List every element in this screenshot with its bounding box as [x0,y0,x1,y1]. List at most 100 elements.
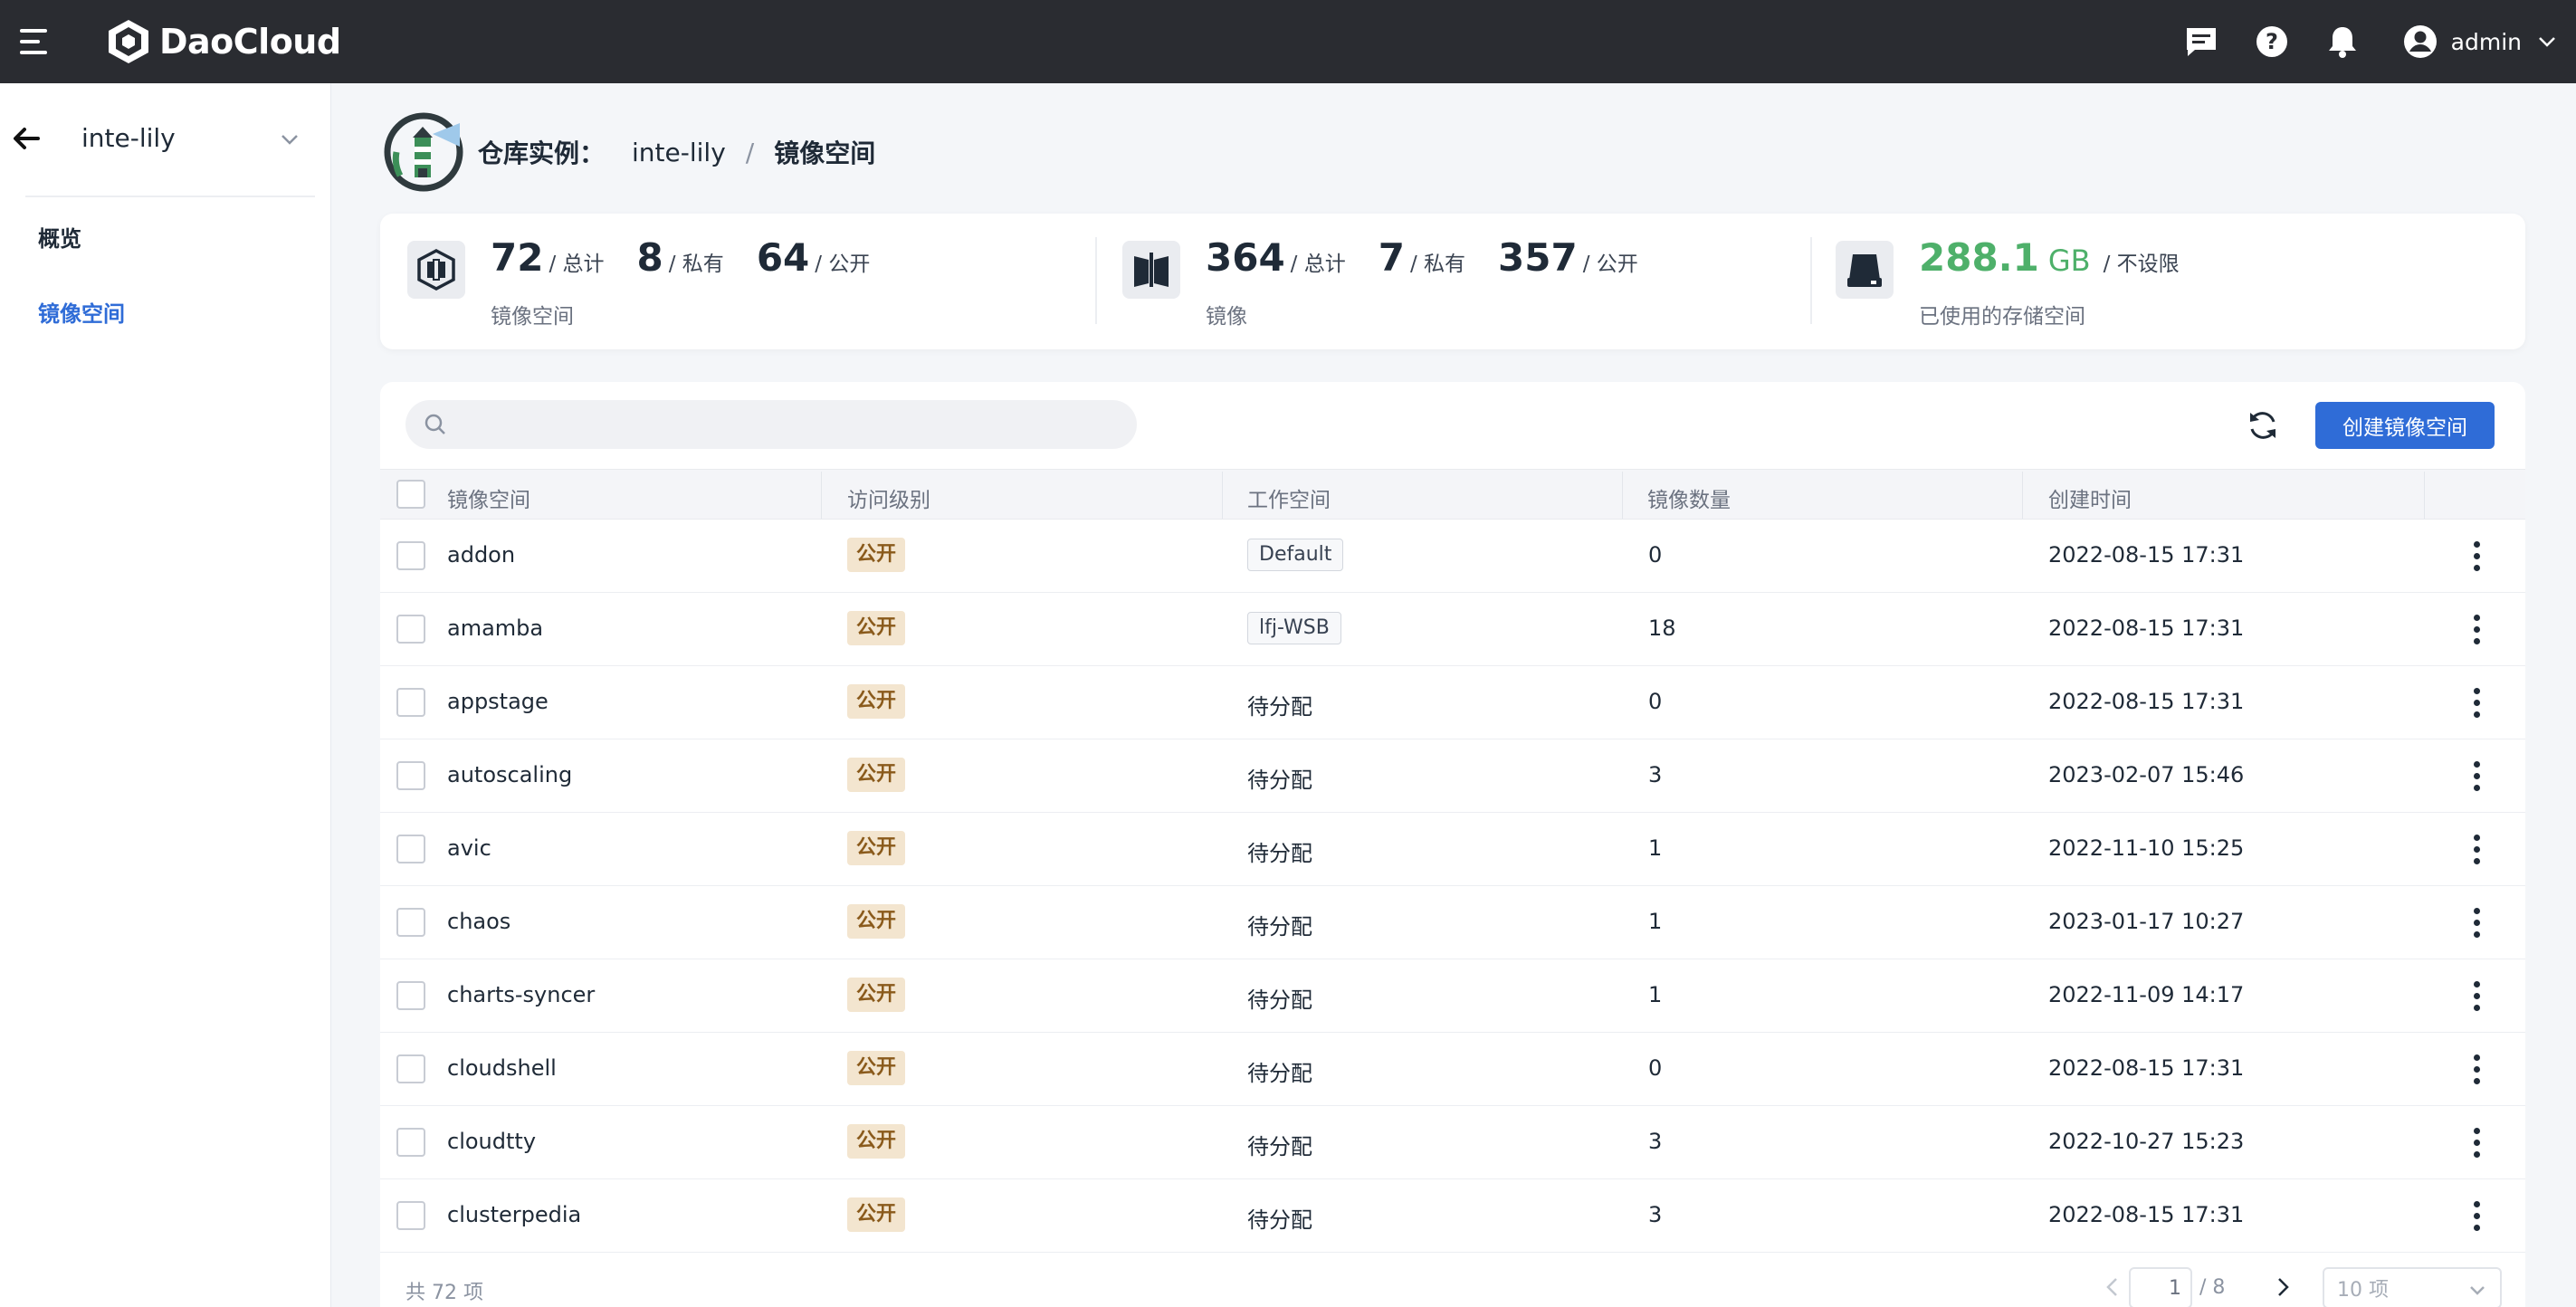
created-time-cell: 2022-11-10 15:25 [2048,835,2245,861]
table-row[interactable]: amamba 公开 lfj-WSB 18 2022-08-15 17:31 [380,593,2525,666]
image-space-name[interactable]: clusterpedia [447,1202,581,1227]
table-toolbar: 创建镜像空间 [380,382,2525,469]
more-actions-icon[interactable] [2463,831,2490,867]
image-space-name[interactable]: autoscaling [447,762,572,787]
more-actions-icon[interactable] [2463,611,2490,647]
row-checkbox[interactable] [396,908,425,937]
image-count-cell: 0 [1648,1055,1663,1081]
daocloud-logo[interactable]: DaoCloud [105,18,341,65]
row-checkbox[interactable] [396,615,425,644]
search-box[interactable] [405,400,1137,449]
image-space-name[interactable]: chaos [447,909,510,934]
workspace-tag: lfj-WSB [1247,612,1341,644]
table-row[interactable]: autoscaling 公开 待分配 3 2023-02-07 15:46 [380,739,2525,813]
created-time-cell: 2023-02-07 15:46 [2048,762,2245,787]
workspace-cell: 待分配 [1247,768,1312,793]
row-checkbox[interactable] [396,1054,425,1083]
breadcrumb-instance-link[interactable]: inte-lily [632,138,726,167]
image-icon [1122,241,1180,299]
sidebar-header: inte-lily [0,83,331,196]
image-space-name[interactable]: appstage [447,689,549,714]
chevron-down-icon[interactable] [277,127,302,152]
table-row[interactable]: charts-syncer 公开 待分配 1 2022-11-09 14:17 [380,959,2525,1033]
create-image-space-button[interactable]: 创建镜像空间 [2315,402,2495,449]
user-menu[interactable]: admin [2402,24,2556,60]
stat-image-spaces: 72 / 总计 8 / 私有 64 / 公开 镜像空间 [380,214,1095,349]
more-actions-icon[interactable] [2463,1124,2490,1160]
table-row[interactable]: chaos 公开 待分配 1 2023-01-17 10:27 [380,886,2525,959]
image-space-table-card: 创建镜像空间 镜像空间 访问级别 工作空间 镜像数量 创建时间 addon 公开 D… [380,382,2525,1307]
previous-page-icon[interactable] [2096,1271,2129,1303]
created-time-cell: 2022-11-09 14:17 [2048,982,2245,1007]
more-actions-icon[interactable] [2463,904,2490,940]
table-row[interactable]: appstage 公开 待分配 0 2022-08-15 17:31 [380,666,2525,739]
storage-unit: GB [2047,243,2091,278]
created-time-cell: 2022-08-15 17:31 [2048,542,2245,568]
image-count-cell: 1 [1648,909,1663,934]
sidebar-item-image-spaces[interactable]: 镜像空间 [38,296,125,328]
bell-icon[interactable] [2323,22,2362,62]
breadcrumb-separator: / [745,137,755,167]
table-row[interactable]: avic 公开 待分配 1 2022-11-10 15:25 [380,813,2525,886]
column-header-workspace[interactable]: 工作空间 [1247,482,1331,513]
storage-limit: / 不设限 [2103,253,2180,276]
page-number-input[interactable]: 1 [2129,1267,2192,1307]
access-level-badge: 公开 [847,538,906,572]
images-label: 镜像 [1206,305,1247,329]
column-header-name[interactable]: 镜像空间 [447,482,530,513]
total-count: 共 72 项 [405,1282,483,1304]
column-header-created[interactable]: 创建时间 [2048,482,2132,513]
column-divider [1222,472,1223,519]
image-count-cell: 0 [1648,542,1663,568]
more-actions-icon[interactable] [2463,538,2490,574]
table-row[interactable]: clusterpedia 公开 待分配 3 2022-08-15 17:31 [380,1179,2525,1253]
column-header-image-count[interactable]: 镜像数量 [1647,482,1731,513]
table-row[interactable]: cloudtty 公开 待分配 3 2022-10-27 15:23 [380,1106,2525,1179]
next-page-icon[interactable] [2266,1271,2299,1303]
workspace-cell: 待分配 [1247,694,1312,720]
help-icon[interactable]: ? [2252,22,2292,62]
row-checkbox[interactable] [396,541,425,570]
menu-icon[interactable] [20,27,51,56]
image-space-name[interactable]: cloudshell [447,1055,557,1081]
image-space-name[interactable]: cloudtty [447,1129,536,1154]
column-header-access[interactable]: 访问级别 [847,482,930,513]
row-checkbox[interactable] [396,688,425,717]
page-size-select[interactable]: 10 项 [2323,1267,2502,1307]
workspace-cell: 待分配 [1247,987,1312,1013]
more-actions-icon[interactable] [2463,978,2490,1014]
select-all-checkbox[interactable] [396,480,425,509]
more-actions-icon[interactable] [2463,684,2490,720]
main-content: 仓库实例： inte-lily / 镜像空间 72 / 总计 8 / 私有 64… [331,83,2576,1307]
more-actions-icon[interactable] [2463,1197,2490,1234]
more-actions-icon[interactable] [2463,1051,2490,1087]
image-count-cell: 3 [1648,1202,1663,1227]
row-checkbox[interactable] [396,761,425,790]
row-checkbox[interactable] [396,835,425,863]
refresh-icon[interactable] [2245,407,2281,444]
workspace-tag: Default [1247,539,1344,571]
image-space-name[interactable]: addon [447,542,515,568]
instance-selector[interactable]: inte-lily [81,123,176,153]
back-arrow-icon[interactable] [11,123,42,154]
table-row[interactable]: addon 公开 Default 0 2022-08-15 17:31 [380,520,2525,593]
spaces-public-unit: / 公开 [815,253,871,276]
stats-card: 72 / 总计 8 / 私有 64 / 公开 镜像空间 364 / 总计 7 /… [380,214,2525,349]
row-checkbox[interactable] [396,981,425,1010]
row-checkbox[interactable] [396,1128,425,1157]
search-input[interactable] [460,412,1093,437]
pagination: 共 72 项 1 / 8 10 项 [380,1256,2525,1307]
image-space-name[interactable]: avic [447,835,491,861]
images-private: 7 [1378,235,1405,280]
spaces-label: 镜像空间 [491,305,574,329]
message-icon[interactable] [2181,22,2221,62]
table-row[interactable]: cloudshell 公开 待分配 0 2022-08-15 17:31 [380,1033,2525,1106]
access-level-badge: 公开 [847,1051,906,1085]
more-actions-icon[interactable] [2463,758,2490,794]
image-space-name[interactable]: amamba [447,615,543,641]
sidebar-item-overview[interactable]: 概览 [38,221,81,253]
row-checkbox[interactable] [396,1201,425,1230]
spaces-private: 8 [636,235,663,280]
workspace-cell: 待分配 [1247,841,1312,866]
image-space-name[interactable]: charts-syncer [447,982,595,1007]
